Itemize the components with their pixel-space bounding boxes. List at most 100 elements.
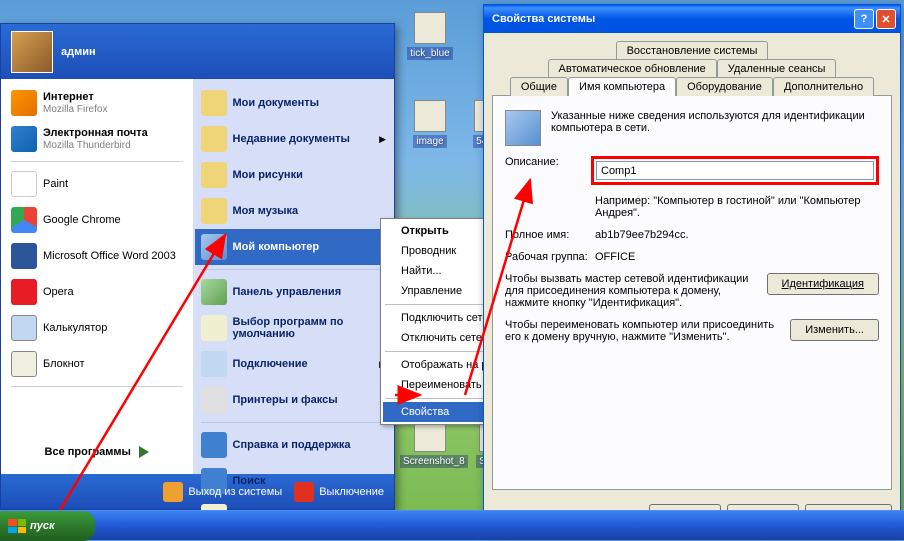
place-icon [201, 351, 227, 377]
recent-item[interactable]: Google Chrome [5, 202, 189, 238]
icon-label: Screenshot_8 [400, 455, 468, 468]
place-label: Принтеры и факсы [233, 394, 338, 406]
rename-text: Чтобы переименовать компьютер или присое… [505, 319, 782, 343]
recent-item[interactable]: Microsoft Office Word 2003 [5, 238, 189, 274]
icon-label: tick_blue [407, 47, 452, 60]
place-label: Мой компьютер [233, 241, 320, 253]
change-button[interactable]: Изменить... [790, 319, 879, 341]
tab[interactable]: Имя компьютера [568, 77, 676, 96]
tab[interactable]: Оборудование [676, 77, 773, 96]
places-item[interactable]: Мои документы [195, 85, 392, 121]
app-icon [11, 207, 37, 233]
place-icon [201, 432, 227, 458]
tab[interactable]: Восстановление системы [616, 41, 769, 60]
dialog-title: Свойства системы [492, 13, 595, 25]
close-button[interactable]: ✕ [876, 9, 896, 29]
places-item[interactable]: Мой компьютер [195, 229, 392, 265]
places-item[interactable]: Справка и поддержка [195, 427, 392, 463]
app-icon [11, 90, 37, 116]
place-icon [201, 90, 227, 116]
place-label: Подключение [233, 358, 308, 370]
separator [201, 269, 386, 270]
app-icon [11, 126, 37, 152]
start-button[interactable]: пуск [0, 511, 95, 541]
place-label: Панель управления [233, 286, 342, 298]
wizard-text: Чтобы вызвать мастер сетевой идентификац… [505, 273, 759, 309]
taskbar: пуск [0, 510, 904, 540]
tab[interactable]: Дополнительно [773, 77, 874, 96]
tab[interactable]: Общие [510, 77, 568, 96]
place-icon [201, 126, 227, 152]
place-label: Мои документы [233, 97, 320, 109]
shutdown-button[interactable]: Выключение [294, 482, 384, 502]
place-icon [201, 279, 227, 305]
places-item[interactable]: Мои рисунки [195, 157, 392, 193]
workgroup-label: Рабочая группа: [505, 251, 595, 263]
dialog-titlebar[interactable]: Свойства системы ? ✕ [484, 5, 900, 33]
app-title: Интернет [43, 91, 107, 103]
intro-text: Указанные ниже сведения используются для… [551, 110, 879, 134]
app-title: Калькулятор [43, 322, 107, 334]
desktop-icon[interactable]: image [400, 100, 460, 148]
description-input[interactable] [596, 161, 874, 180]
submenu-arrow-icon: ▶ [379, 134, 386, 145]
app-icon [11, 315, 37, 341]
logoff-button[interactable]: Выход из системы [163, 482, 282, 502]
recent-item[interactable]: Калькулятор [5, 310, 189, 346]
app-icon [11, 279, 37, 305]
tab-content: Указанные ниже сведения используются для… [492, 95, 892, 490]
pinned-item[interactable]: Электронная почтаMozilla Thunderbird [5, 121, 189, 157]
arrow-icon [139, 446, 149, 458]
user-avatar [11, 31, 53, 73]
recent-item[interactable]: Блокнот [5, 346, 189, 382]
shutdown-icon [294, 482, 314, 502]
description-highlight [591, 156, 879, 185]
app-title: Opera [43, 286, 74, 298]
app-title: Электронная почта [43, 127, 148, 139]
app-title: Google Chrome [43, 214, 121, 226]
places-item[interactable]: Принтеры и факсы [195, 382, 392, 418]
description-label: Описание: [505, 156, 591, 168]
places-item[interactable]: Подключение▶ [195, 346, 392, 382]
all-programs-label: Все программы [45, 446, 131, 458]
identification-button[interactable]: Идентификация [767, 273, 879, 295]
icon-label: image [413, 135, 446, 148]
place-icon [201, 198, 227, 224]
app-title: Microsoft Office Word 2003 [43, 250, 176, 262]
username-label: админ [61, 46, 96, 58]
place-label: Справка и поддержка [233, 439, 351, 451]
place-label: Выбор программ по умолчанию [233, 316, 386, 340]
places-item[interactable]: Недавние документы▶ [195, 121, 392, 157]
place-icon [201, 234, 227, 260]
recent-item[interactable]: Paint [5, 166, 189, 202]
start-menu: админ ИнтернетMozilla FirefoxЭлектронная… [0, 23, 395, 510]
places-item[interactable]: Выбор программ по умолчанию [195, 310, 392, 346]
separator [11, 161, 183, 162]
place-label: Мои рисунки [233, 169, 303, 181]
recent-item[interactable]: Opera [5, 274, 189, 310]
shutdown-label: Выключение [319, 486, 384, 498]
tab[interactable]: Автоматическое обновление [548, 59, 717, 78]
separator [11, 386, 183, 387]
logoff-icon [163, 482, 183, 502]
app-icon [11, 171, 37, 197]
places-item[interactable]: Панель управления [195, 274, 392, 310]
help-button[interactable]: ? [854, 9, 874, 29]
all-programs[interactable]: Все программы [5, 436, 189, 468]
app-title: Блокнот [43, 358, 85, 370]
places-item[interactable]: Моя музыка [195, 193, 392, 229]
place-icon [201, 387, 227, 413]
tab-strip: Восстановление системыАвтоматическое обн… [492, 41, 892, 96]
app-icon [11, 351, 37, 377]
app-title: Paint [43, 178, 68, 190]
desktop-icon[interactable]: Screenshot_8 [400, 420, 460, 468]
tab[interactable]: Удаленные сеансы [717, 59, 837, 78]
system-properties-dialog: Свойства системы ? ✕ Восстановление сист… [483, 4, 901, 535]
computer-icon [505, 110, 541, 146]
start-menu-right-panel: Мои документы Недавние документы▶ Мои рису… [193, 79, 394, 474]
file-icon [414, 100, 446, 132]
start-label: пуск [30, 520, 55, 532]
desktop-icon[interactable]: tick_blue [400, 12, 460, 60]
app-subtitle: Mozilla Thunderbird [43, 140, 131, 151]
pinned-item[interactable]: ИнтернетMozilla Firefox [5, 85, 189, 121]
